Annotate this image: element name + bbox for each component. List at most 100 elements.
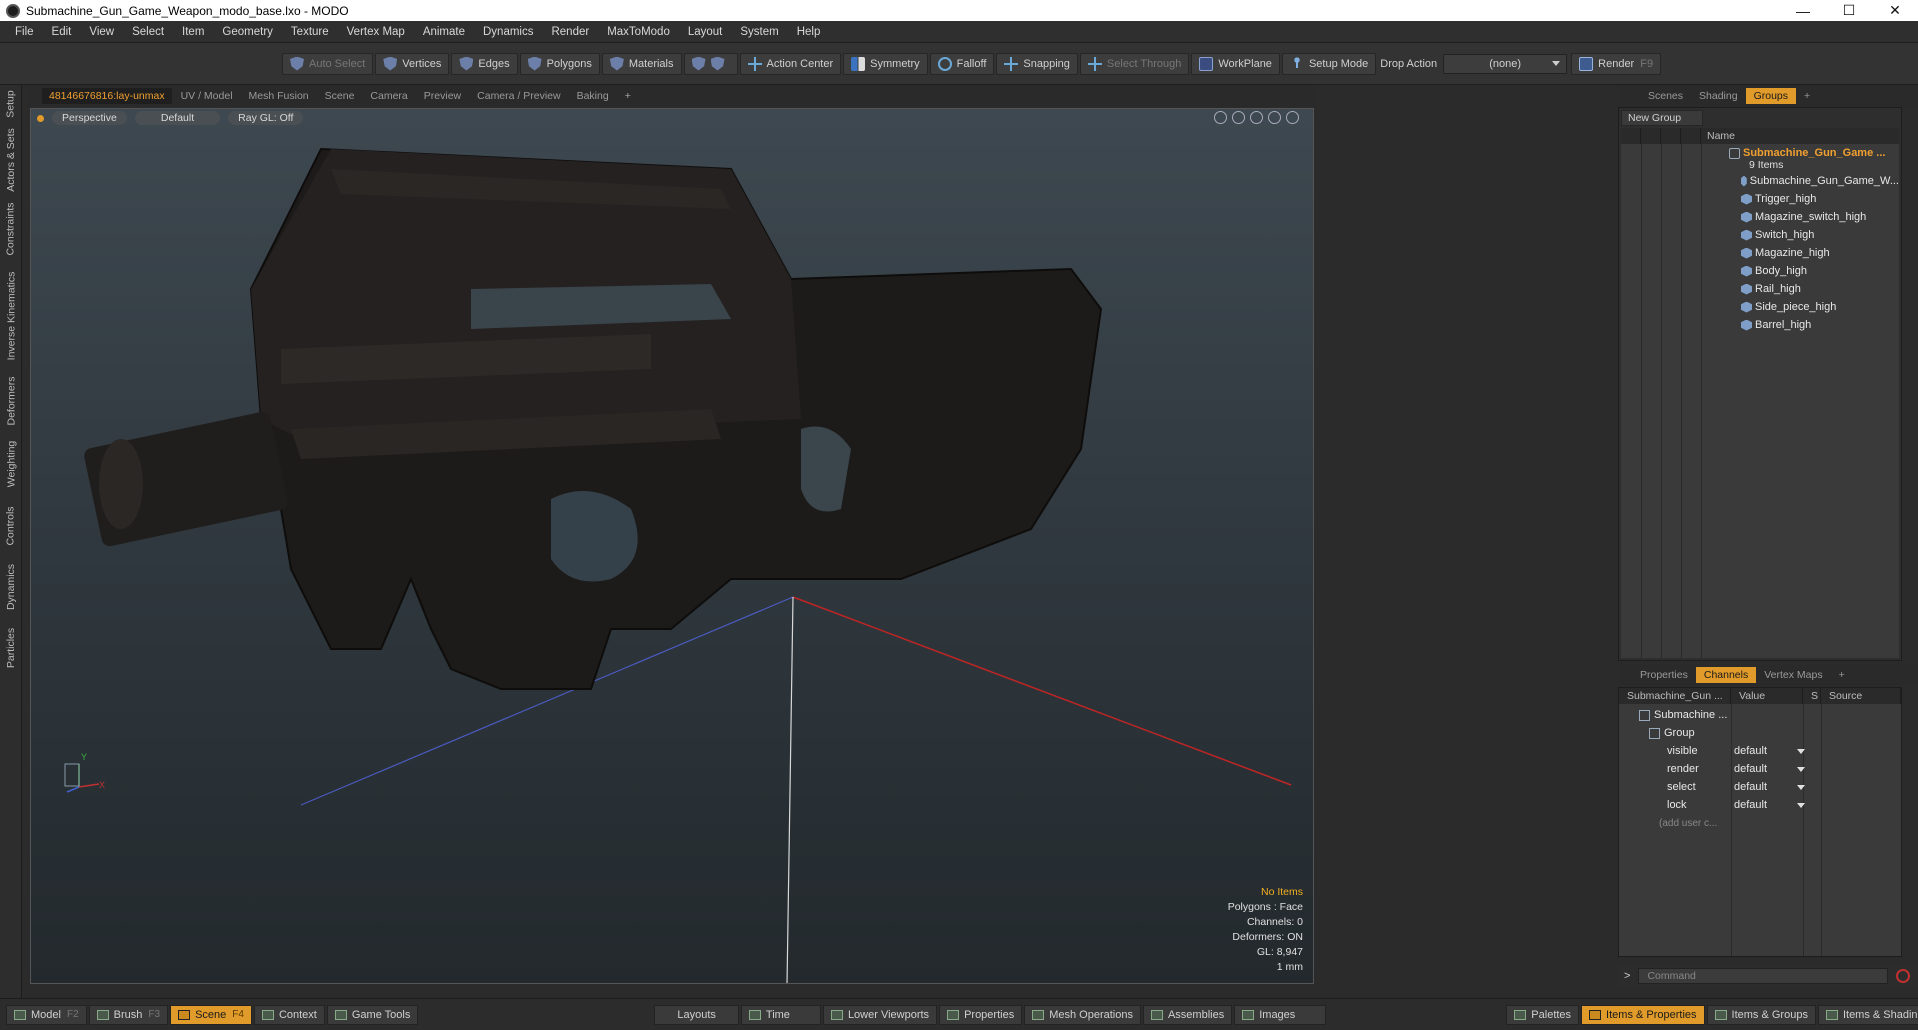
snapping-button[interactable]: Snapping (996, 52, 1078, 75)
menu-file[interactable]: File (6, 26, 43, 38)
tab-particles[interactable]: Particles (0, 619, 22, 677)
viewport-options-icon[interactable] (37, 114, 44, 122)
channel-row-render[interactable]: render default (1619, 760, 1901, 778)
menu-animate[interactable]: Animate (414, 26, 474, 38)
render-button[interactable]: Render F9 (1571, 52, 1662, 75)
visibility-column-icon[interactable] (1621, 128, 1641, 144)
close-button[interactable]: ✕ (1872, 0, 1918, 21)
lock-column-icon[interactable] (1681, 128, 1701, 144)
falloff-button[interactable]: Falloff (929, 52, 995, 75)
items-shading-button[interactable]: Items & Shading (1817, 1004, 1918, 1025)
items-properties-button[interactable]: Items & Properties (1581, 1004, 1705, 1025)
menu-render[interactable]: Render (542, 26, 598, 38)
channel-row-select[interactable]: select default (1619, 778, 1901, 796)
tree-item-barrel[interactable]: Barrel_high (1621, 316, 1899, 334)
tab-setup[interactable]: Setup (0, 85, 22, 123)
tab-scene[interactable]: Scene (318, 88, 362, 104)
menu-texture[interactable]: Texture (282, 26, 338, 38)
auto-select-button[interactable]: Auto Select (282, 52, 374, 75)
tab-baking[interactable]: Baking (570, 88, 616, 104)
select-column-icon[interactable] (1661, 128, 1681, 144)
menu-help[interactable]: Help (788, 26, 830, 38)
vertices-button[interactable]: Vertices (375, 52, 450, 75)
raygl-button[interactable]: Ray GL: Off (228, 111, 304, 125)
tree-item-weapon[interactable]: Submachine_Gun_Game_W... (1621, 172, 1899, 190)
menu-item[interactable]: Item (173, 26, 213, 38)
layout-brush-button[interactable]: Brush F3 (88, 1004, 169, 1025)
menu-geometry[interactable]: Geometry (213, 26, 282, 38)
channel-row-visible[interactable]: visible default (1619, 742, 1901, 760)
edges-button[interactable]: Edges (451, 52, 518, 75)
maximize-button[interactable]: ☐ (1826, 0, 1872, 21)
time-button[interactable]: Time (740, 1004, 821, 1025)
tab-controls[interactable]: Controls (0, 497, 22, 555)
setup-mode-button[interactable]: Setup Mode (1281, 52, 1377, 75)
render-column-icon[interactable] (1641, 128, 1661, 144)
action-center-button[interactable]: Action Center (739, 52, 842, 75)
menu-system[interactable]: System (731, 26, 787, 38)
menu-view[interactable]: View (80, 26, 123, 38)
assemblies-button[interactable]: Assemblies (1142, 1004, 1233, 1025)
tab-weighting[interactable]: Weighting (0, 433, 22, 495)
polygons-button[interactable]: Polygons (519, 52, 600, 75)
chevron-down-icon[interactable] (1797, 766, 1805, 772)
tab-actors-sets[interactable]: Actors & Sets (0, 125, 22, 195)
record-icon[interactable] (1896, 969, 1911, 983)
select-through-button[interactable]: Select Through (1079, 52, 1190, 75)
chevron-down-icon[interactable] (1797, 802, 1805, 808)
tab-groups[interactable]: Groups (1745, 88, 1797, 104)
tree-item-switch[interactable]: Switch_high (1621, 226, 1899, 244)
view-type-button[interactable]: Perspective (52, 111, 127, 125)
gear-icon[interactable] (1286, 111, 1299, 124)
tab-dynamics[interactable]: Dynamics (0, 557, 22, 617)
tab-channels[interactable]: Channels (1695, 667, 1757, 683)
tab-scenes[interactable]: Scenes (1640, 88, 1691, 104)
workplane-button[interactable]: WorkPlane (1191, 52, 1280, 75)
tab-vertex-maps[interactable]: Vertex Maps (1756, 667, 1830, 683)
menu-layout[interactable]: Layout (679, 26, 732, 38)
tab-camera-preview[interactable]: Camera / Preview (470, 88, 567, 104)
channel-root-row[interactable]: Submachine ... (1619, 706, 1901, 724)
tab-camera[interactable]: Camera (363, 88, 414, 104)
tree-item-magazine[interactable]: Magazine_high (1621, 244, 1899, 262)
menu-dynamics[interactable]: Dynamics (474, 26, 542, 38)
tab-mesh-fusion[interactable]: Mesh Fusion (242, 88, 316, 104)
chevron-down-icon[interactable] (1797, 784, 1805, 790)
menu-select[interactable]: Select (123, 26, 173, 38)
item-mode-button[interactable] (683, 52, 738, 75)
tree-item-trigger[interactable]: Trigger_high (1621, 190, 1899, 208)
layout-game-tools-button[interactable]: Game Tools (326, 1004, 419, 1025)
layout-scene-button[interactable]: Scene F4 (170, 1004, 252, 1025)
symmetry-button[interactable]: Symmetry (843, 52, 928, 75)
tab-constraints[interactable]: Constraints (0, 197, 22, 261)
layout-context-button[interactable]: Context (253, 1004, 325, 1025)
tree-item-side-piece[interactable]: Side_piece_high (1621, 298, 1899, 316)
tab-preview[interactable]: Preview (417, 88, 468, 104)
menu-edit[interactable]: Edit (43, 26, 81, 38)
tree-item-magazine-switch[interactable]: Magazine_switch_high (1621, 208, 1899, 226)
images-button[interactable]: Images (1234, 1004, 1327, 1025)
items-groups-button[interactable]: Items & Groups (1706, 1004, 1816, 1025)
tree-item-body[interactable]: Body_high (1621, 262, 1899, 280)
channel-group-row[interactable]: Group (1619, 724, 1901, 742)
tab-layout-active[interactable]: 48146676816:lay-unmax (42, 88, 172, 104)
drop-action-select[interactable]: (none) (1443, 53, 1568, 74)
tree-item-rail[interactable]: Rail_high (1621, 280, 1899, 298)
add-panel-tab-button[interactable]: + (1796, 88, 1818, 104)
tab-uv-model[interactable]: UV / Model (174, 88, 240, 104)
pan-icon[interactable] (1214, 111, 1227, 124)
palettes-button[interactable]: Palettes (1506, 1004, 1580, 1025)
3d-viewport[interactable]: Y X Perspective Default Ray GL: Off No I… (30, 108, 1314, 984)
channel-row-lock[interactable]: lock default (1619, 796, 1901, 814)
zoom-icon[interactable] (1250, 111, 1263, 124)
layouts-button[interactable]: Layouts (654, 1004, 739, 1025)
shading-mode-button[interactable]: Default (134, 111, 221, 125)
menu-maxtomodo[interactable]: MaxToModo (598, 26, 679, 38)
add-user-channel[interactable]: (add user c... (1619, 814, 1901, 832)
tab-shading[interactable]: Shading (1691, 88, 1746, 104)
menu-vertex-map[interactable]: Vertex Map (338, 26, 414, 38)
chevron-down-icon[interactable] (1797, 748, 1805, 754)
tab-properties[interactable]: Properties (1632, 667, 1696, 683)
minimize-button[interactable]: — (1780, 0, 1826, 21)
add-lower-tab-button[interactable]: + (1831, 667, 1853, 683)
